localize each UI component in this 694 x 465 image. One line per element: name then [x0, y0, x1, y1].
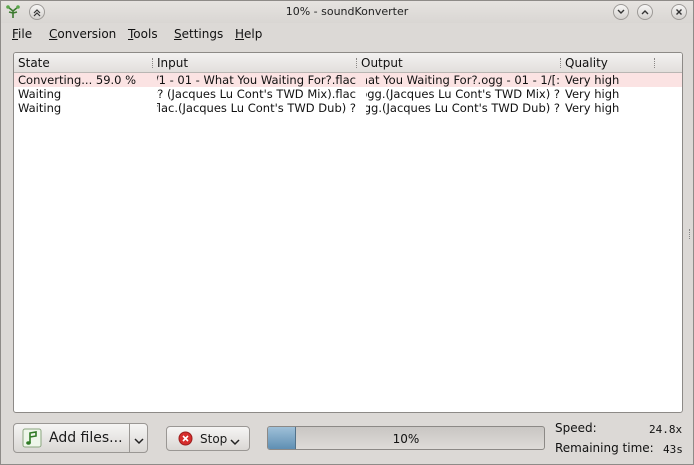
table-row[interactable]: Waiting ? (Jacques Lu Cont's TWD Dub).fl…	[14, 101, 682, 115]
column-header-input[interactable]: Input	[157, 56, 188, 70]
menu-file[interactable]: File	[12, 27, 32, 41]
cell-input: ? (Jacques Lu Cont's TWD Dub).flac	[157, 101, 356, 115]
remaining-time-value: 43s	[663, 443, 683, 456]
minimize-icon[interactable]	[613, 4, 629, 20]
column-separator[interactable]	[152, 58, 154, 68]
stop-label: Stop	[200, 432, 228, 446]
speed-label: Speed:	[555, 421, 597, 435]
cell-quality: Very high	[565, 101, 620, 115]
cell-quality: Very high	[565, 73, 620, 87]
title-bar: 10% - soundKonverter	[1, 1, 693, 23]
chevron-down-icon	[134, 434, 144, 448]
column-header-state[interactable]: State	[18, 56, 50, 70]
cell-output: ? (Jacques Lu Cont's TWD Dub).ogg	[366, 101, 560, 115]
menu-help[interactable]: Help	[235, 27, 262, 41]
table-row[interactable]: Waiting r? (Jacques Lu Cont's TWD Mix).f…	[14, 87, 682, 101]
add-files-label: Add files...	[49, 430, 123, 446]
column-separator[interactable]	[356, 58, 358, 68]
maximize-icon[interactable]	[637, 4, 653, 20]
speed-value: 24.8x	[649, 423, 683, 436]
window-title: 10% - soundKonverter	[285, 5, 409, 18]
add-files-dropdown-button[interactable]	[129, 423, 148, 453]
remaining-time-label: Remaining time:	[555, 441, 654, 455]
menu-bar: File Conversion Tools Settings Help	[1, 23, 693, 45]
main-window: 10% - soundKonverter File Conversion Too…	[0, 0, 694, 465]
cell-output: ? (Jacques Lu Cont's TWD Mix).ogg	[366, 87, 560, 101]
cell-input: r? (Jacques Lu Cont's TWD Mix).flac	[157, 87, 356, 101]
column-header-quality[interactable]: Quality	[565, 56, 608, 70]
cell-state: Waiting	[18, 101, 62, 115]
stop-button[interactable]: Stop	[166, 426, 250, 451]
chevron-down-icon	[230, 435, 240, 449]
column-separator[interactable]	[654, 58, 656, 68]
file-list-table[interactable]: State Input Output Quality Converting...…	[13, 52, 683, 413]
table-row[interactable]: Converting... 59.0 % a]/1 - 01 - What Yo…	[14, 73, 682, 87]
add-files-button[interactable]: Add files...	[13, 423, 130, 453]
overall-progress-bar: 10%	[267, 426, 545, 450]
cell-state: Waiting	[18, 87, 62, 101]
music-note-icon	[22, 428, 42, 451]
column-header-output[interactable]: Output	[361, 56, 403, 70]
cell-output: :]/1 - 01 - What You Waiting For?.ogg	[366, 73, 560, 87]
cell-input: a]/1 - 01 - What You Waiting For?.flac	[157, 73, 356, 87]
menu-conversion[interactable]: Conversion	[49, 27, 116, 41]
menu-tools[interactable]: Tools	[128, 27, 158, 41]
close-icon[interactable]	[671, 4, 687, 20]
table-header: State Input Output Quality	[14, 53, 682, 73]
cell-quality: Very high	[565, 87, 620, 101]
column-separator[interactable]	[560, 58, 562, 68]
menu-settings[interactable]: Settings	[174, 27, 223, 41]
resize-grip[interactable]	[689, 229, 692, 239]
progress-text: 10%	[392, 432, 420, 446]
stop-icon	[178, 431, 193, 449]
cell-state: Converting... 59.0 %	[18, 73, 137, 87]
